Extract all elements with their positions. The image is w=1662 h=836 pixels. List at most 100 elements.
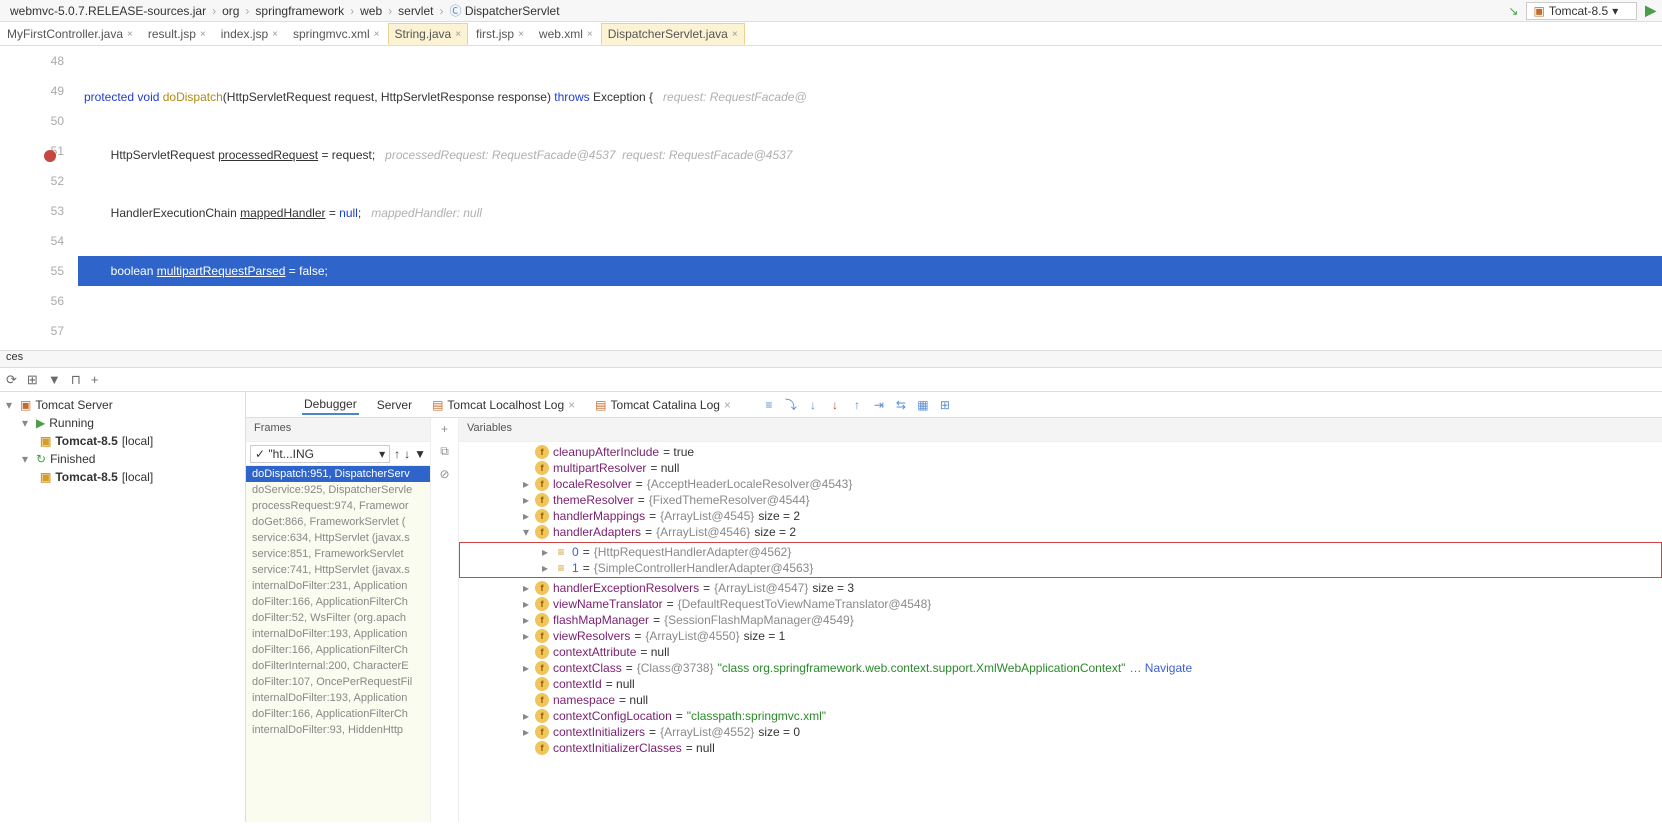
variable-row[interactable]: fmultipartResolver = null [459, 460, 1662, 476]
editor-tab-active[interactable]: DispatcherServlet.java× [601, 23, 745, 45]
thread-dropdown[interactable]: ✓ "ht...ING▾ [250, 445, 390, 463]
variable-row[interactable]: fcleanupAfterInclude = true [459, 444, 1662, 460]
restart-icon[interactable]: ⟳ [6, 372, 17, 388]
variable-row[interactable]: ▸fviewNameTranslator = {DefaultRequestTo… [459, 596, 1662, 612]
breadcrumb-item[interactable]: web [356, 4, 386, 18]
editor-tab[interactable]: String.java× [388, 23, 469, 45]
breadcrumb-bar: webmvc-5.0.7.RELEASE-sources.jar› org› s… [0, 0, 1662, 22]
variable-row[interactable]: ▸≡1 = {SimpleControllerHandlerAdapter@45… [460, 560, 1661, 576]
threads-icon[interactable]: ≡ [761, 397, 777, 413]
frame-row[interactable]: service:851, FrameworkServlet [246, 546, 430, 562]
layout-icon[interactable]: ⊞ [27, 372, 38, 388]
services-panel-label: ces [0, 350, 1662, 368]
editor-tab[interactable]: MyFirstController.java× [0, 23, 140, 45]
step-over-icon[interactable]: ⤵ [783, 397, 799, 413]
debug-toolbar: ⟳ ⊞ ▼ ⊓ + [0, 368, 1662, 392]
filter-frames-icon[interactable]: ▼ [414, 447, 426, 461]
tree-node-running[interactable]: ▾▶Running [0, 414, 245, 432]
variable-row[interactable]: fcontextInitializerClasses = null [459, 740, 1662, 756]
editor-tab[interactable]: first.jsp× [469, 23, 531, 45]
debug-tabs: Debugger Server ▤Tomcat Localhost Log× ▤… [246, 392, 1662, 418]
tree-node-finished[interactable]: ▾↻Finished [0, 450, 245, 468]
tree-node-server[interactable]: ▾▣Tomcat Server [0, 396, 245, 414]
tab-server[interactable]: Server [375, 396, 414, 414]
tab-localhost-log[interactable]: ▤Tomcat Localhost Log× [430, 396, 577, 414]
breadcrumb-item[interactable]: org [218, 4, 243, 18]
evaluate-icon[interactable]: ⇆ [893, 397, 909, 413]
build-icon[interactable]: ↘ [1508, 4, 1518, 18]
frame-row[interactable]: doGet:866, FrameworkServlet ( [246, 514, 430, 530]
breadcrumb-item[interactable]: Ⓒ DispatcherServlet [445, 2, 563, 19]
frame-row[interactable]: doService:925, DispatcherServle [246, 482, 430, 498]
link-icon[interactable]: ⊘ [439, 467, 449, 481]
gutter: 48 49 50 51 52 53 54 55 56 57 [0, 46, 78, 350]
editor-tabs: MyFirstController.java× result.jsp× inde… [0, 22, 1662, 46]
frame-row[interactable]: doFilter:166, ApplicationFilterCh [246, 706, 430, 722]
force-step-into-icon[interactable]: ↓ [827, 397, 843, 413]
frames-list[interactable]: doDispatch:951, DispatcherServdoService:… [246, 466, 430, 822]
variable-row[interactable]: ▾fhandlerAdapters = {ArrayList@4546} siz… [459, 524, 1662, 540]
tab-catalina-log[interactable]: ▤Tomcat Catalina Log× [593, 396, 733, 414]
tree-node-tomcat[interactable]: ▣Tomcat-8.5 [local] [0, 468, 245, 486]
variable-row[interactable]: ▸fviewResolvers = {ArrayList@4550} size … [459, 628, 1662, 644]
editor-tab[interactable]: springmvc.xml× [286, 23, 387, 45]
frame-row[interactable]: internalDoFilter:93, HiddenHttp [246, 722, 430, 738]
variable-row[interactable]: ▸fflashMapManager = {SessionFlashMapMana… [459, 612, 1662, 628]
frame-row[interactable]: doFilter:166, ApplicationFilterCh [246, 594, 430, 610]
variable-row[interactable]: ▸fthemeResolver = {FixedThemeResolver@45… [459, 492, 1662, 508]
variable-row[interactable]: fcontextId = null [459, 676, 1662, 692]
frame-row[interactable]: internalDoFilter:231, Application [246, 578, 430, 594]
editor-tab[interactable]: result.jsp× [141, 23, 213, 45]
frame-row[interactable]: internalDoFilter:193, Application [246, 626, 430, 642]
frame-row[interactable]: doFilterInternal:200, CharacterE [246, 658, 430, 674]
execution-line: boolean multipartRequestParsed = false; [78, 256, 1662, 286]
frames-side-toolbar: + ⧉ ⊘ [431, 418, 459, 822]
breadcrumb-item[interactable]: springframework [251, 4, 348, 18]
frame-row[interactable]: doFilter:107, OncePerRequestFil [246, 674, 430, 690]
variables-list[interactable]: fcleanupAfterInclude = truefmultipartRes… [459, 442, 1662, 822]
table-icon[interactable]: ▦ [915, 397, 931, 413]
frame-row[interactable]: service:634, HttpServlet (javax.s [246, 530, 430, 546]
add-watch-icon[interactable]: + [441, 422, 448, 436]
frame-row[interactable]: doDispatch:951, DispatcherServ [246, 466, 430, 482]
filter-icon[interactable]: ▼ [48, 372, 61, 387]
add-icon[interactable]: + [91, 372, 99, 387]
run-icon[interactable]: ▶ [1645, 2, 1656, 19]
variables-panel: Variables fcleanupAfterInclude = truefmu… [459, 418, 1662, 822]
breakpoint-icon[interactable]: 51 [0, 144, 78, 174]
prev-frame-icon[interactable]: ↑ [394, 447, 400, 461]
frame-row[interactable]: processRequest:974, Framewor [246, 498, 430, 514]
code-editor[interactable]: 48 49 50 51 52 53 54 55 56 57 protected … [0, 46, 1662, 350]
tab-debugger[interactable]: Debugger [302, 395, 359, 415]
variable-row[interactable]: fnamespace = null [459, 692, 1662, 708]
frames-panel: Frames ✓ "ht...ING▾ ↑ ↓ ▼ doDispatch:951… [246, 418, 431, 822]
tree-node-tomcat[interactable]: ▣Tomcat-8.5 [local] [0, 432, 245, 450]
variable-row[interactable]: ▸fcontextInitializers = {ArrayList@4552}… [459, 724, 1662, 740]
breadcrumb-item[interactable]: webmvc-5.0.7.RELEASE-sources.jar [6, 4, 210, 18]
services-tree: ▾▣Tomcat Server ▾▶Running ▣Tomcat-8.5 [l… [0, 392, 246, 822]
breadcrumb-item[interactable]: servlet [394, 4, 437, 18]
variable-row[interactable]: fcontextAttribute = null [459, 644, 1662, 660]
variable-row[interactable]: ▸fhandlerExceptionResolvers = {ArrayList… [459, 580, 1662, 596]
settings-icon[interactable]: ⊞ [937, 397, 953, 413]
run-to-cursor-icon[interactable]: ⇥ [871, 397, 887, 413]
frame-row[interactable]: service:741, HttpServlet (javax.s [246, 562, 430, 578]
variable-row[interactable]: ▸fcontextClass = {Class@3738} "class org… [459, 660, 1662, 676]
variable-row[interactable]: ▸fcontextConfigLocation = "classpath:spr… [459, 708, 1662, 724]
variable-row[interactable]: ▸≡0 = {HttpRequestHandlerAdapter@4562} [460, 544, 1661, 560]
step-out-icon[interactable]: ↑ [849, 397, 865, 413]
frame-row[interactable]: internalDoFilter:193, Application [246, 690, 430, 706]
editor-tab[interactable]: web.xml× [532, 23, 600, 45]
next-frame-icon[interactable]: ↓ [404, 447, 410, 461]
frame-row[interactable]: doFilter:166, ApplicationFilterCh [246, 642, 430, 658]
variable-row[interactable]: ▸fhandlerMappings = {ArrayList@4545} siz… [459, 508, 1662, 524]
copy-icon[interactable]: ⧉ [440, 444, 449, 459]
variable-row[interactable]: ▸flocaleResolver = {AcceptHeaderLocaleRe… [459, 476, 1662, 492]
code-area[interactable]: protected void doDispatch(HttpServletReq… [78, 46, 1662, 350]
run-config-dropdown[interactable]: ▣Tomcat-8.5 ▾ [1526, 2, 1637, 20]
frame-row[interactable]: doFilter:52, WsFilter (org.apach [246, 610, 430, 626]
variables-header: Variables [459, 418, 1662, 442]
step-into-icon[interactable]: ↓ [805, 397, 821, 413]
pin-icon[interactable]: ⊓ [71, 372, 81, 388]
editor-tab[interactable]: index.jsp× [214, 23, 285, 45]
